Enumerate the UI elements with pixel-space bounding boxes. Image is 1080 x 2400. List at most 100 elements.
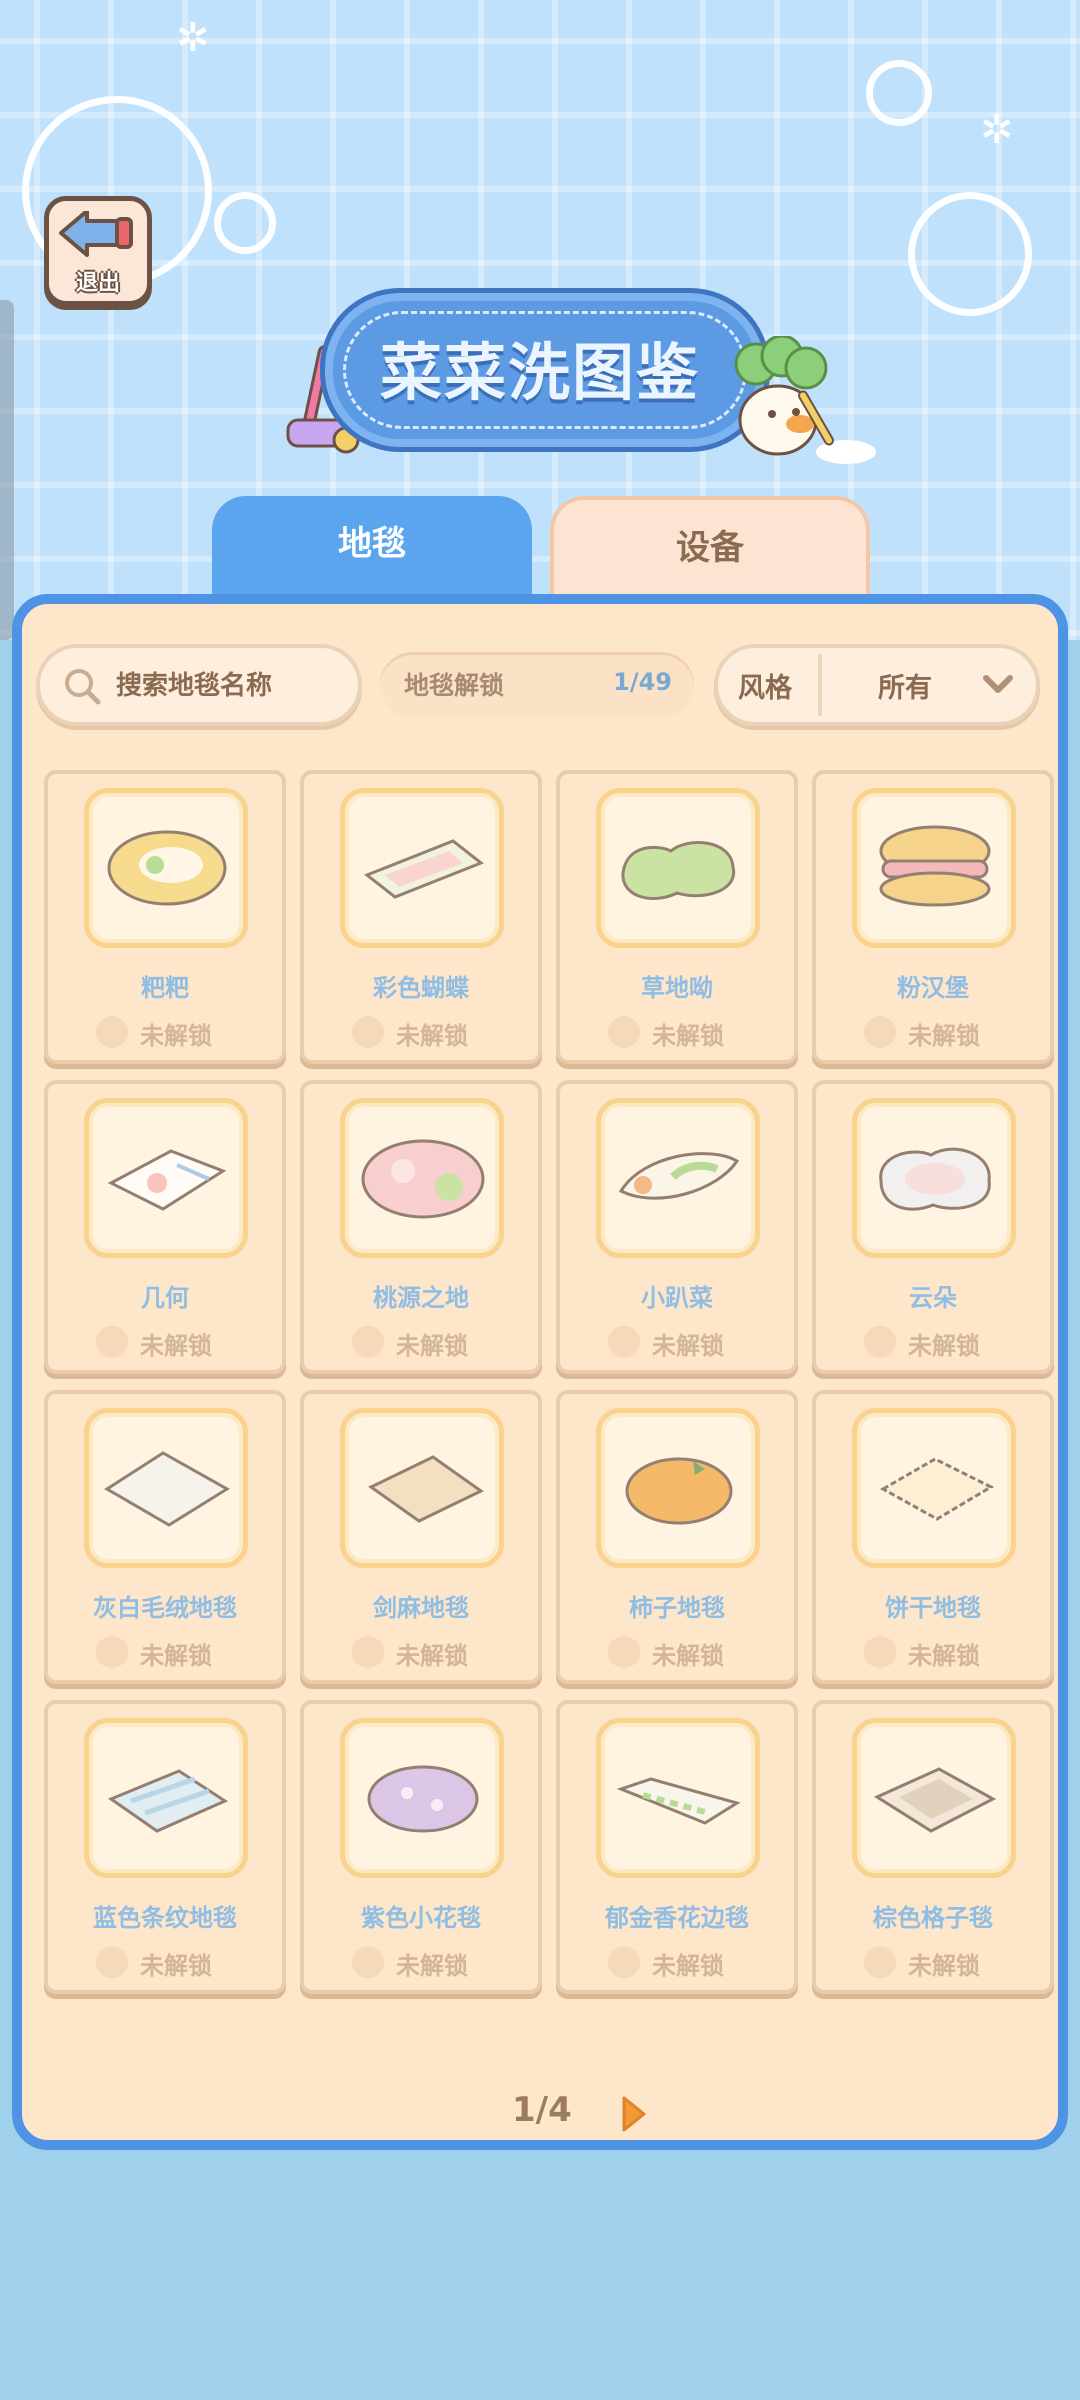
carpet-card[interactable]: 云朵 未解锁: [812, 1080, 1054, 1374]
title-banner: 菜菜洗图鉴: [320, 282, 770, 452]
status-label: 未解锁: [652, 1332, 724, 1360]
tab-carpet[interactable]: 地毯: [212, 496, 532, 606]
carpet-name: 彩色蝴蝶: [373, 974, 469, 1002]
carpet-name: 灰白毛绒地毯: [93, 1594, 237, 1622]
carpet-image: [616, 1777, 741, 1825]
edge-handle: [0, 300, 14, 640]
carpet-thumbnail: [852, 1718, 1016, 1878]
unlock-label: 地毯解锁: [404, 671, 505, 700]
back-arrow-icon: [59, 211, 133, 257]
carpet-name: 桃源之地: [373, 1284, 469, 1312]
status-dot-icon: [608, 1946, 640, 1978]
carpet-thumbnail: [84, 788, 248, 948]
carpet-thumbnail: [84, 1098, 248, 1258]
item-grid: 粑粑 未解锁 彩色蝴蝶 未解锁 草地呦 未解锁 粉汉堡 未解锁 几何 未解锁 桃源之地 未解锁 小趴菜未…: [44, 770, 1054, 1994]
page-title: 菜菜洗图鉴: [379, 336, 700, 409]
status-label: 未解锁: [140, 1642, 212, 1670]
next-page-icon[interactable]: [618, 2094, 648, 2134]
status-dot-icon: [608, 1016, 640, 1048]
status-dot-icon: [352, 1016, 384, 1048]
carpet-card[interactable]: 饼干地毯 未解锁: [812, 1390, 1054, 1684]
carpet-card[interactable]: 粉汉堡 未解锁: [812, 770, 1054, 1064]
carpet-image: [879, 1147, 991, 1211]
carpet-thumbnail: [340, 788, 504, 948]
bubble-decoration: [214, 192, 276, 254]
carpet-card[interactable]: 小趴菜未解锁: [556, 1080, 798, 1374]
carpet-thumbnail: [84, 1408, 248, 1568]
carpet-image: [618, 1152, 740, 1200]
carpet-card[interactable]: 桃源之地未解锁: [300, 1080, 542, 1374]
carpet-thumbnail: [84, 1718, 248, 1878]
carpet-name: 小趴菜: [641, 1284, 713, 1312]
status-dot-icon: [96, 1946, 128, 1978]
carpet-name: 云朵: [909, 1284, 957, 1312]
carpet-image: [873, 1767, 997, 1833]
style-value: 所有: [878, 673, 932, 704]
status-dot-icon: [864, 1946, 896, 1978]
status-dot-icon: [352, 1326, 384, 1358]
status-label: 未解锁: [396, 1022, 468, 1050]
carpet-name: 剑麻地毯: [373, 1594, 469, 1622]
carpet-card[interactable]: 灰白毛绒地毯未解锁: [44, 1390, 286, 1684]
carpet-card[interactable]: 彩色蝴蝶未解锁: [300, 770, 542, 1064]
status-label: 未解锁: [396, 1642, 468, 1670]
carpet-card[interactable]: 郁金香花边毯 未解锁: [556, 1700, 798, 1994]
carpet-image: [879, 825, 991, 907]
chevron-down-icon: [983, 675, 1013, 693]
carpet-thumbnail: [340, 1718, 504, 1878]
carpet-image: [879, 1457, 995, 1521]
carpet-image: [621, 841, 736, 901]
style-dropdown[interactable]: 风格 所有: [714, 644, 1040, 726]
style-label: 风格: [738, 673, 792, 704]
search-icon: [65, 669, 101, 705]
carpet-name: 粑粑: [141, 974, 189, 1002]
search-box[interactable]: [36, 644, 362, 726]
carpet-name: 蓝色条纹地毯: [93, 1904, 237, 1932]
carpet-image: [361, 1139, 485, 1219]
status-label: 未解锁: [140, 1332, 212, 1360]
carpet-card[interactable]: 粑粑 未解锁: [44, 770, 286, 1064]
status-dot-icon: [864, 1016, 896, 1048]
carpet-image: [368, 1455, 484, 1523]
tab-device[interactable]: 设备: [550, 496, 870, 610]
carpet-card[interactable]: 紫色小花毯 未解锁: [300, 1700, 542, 1994]
carpet-name: 饼干地毯: [885, 1594, 981, 1622]
status-label: 未解锁: [652, 1952, 724, 1980]
status-label: 未解锁: [140, 1022, 212, 1050]
status-dot-icon: [352, 1636, 384, 1668]
status-label: 未解锁: [140, 1952, 212, 1980]
carpet-card[interactable]: 剑麻地毯未解锁: [300, 1390, 542, 1684]
carpet-name: 棕色格子毯: [873, 1904, 993, 1932]
carpet-thumbnail: [596, 1408, 760, 1568]
status-dot-icon: [96, 1016, 128, 1048]
carpet-image: [107, 1149, 227, 1211]
carpet-thumbnail: [596, 1718, 760, 1878]
carpet-card[interactable]: 蓝色条纹地毯未解锁: [44, 1700, 286, 1994]
bubble-decoration: [908, 192, 1032, 316]
carpet-image: [364, 839, 484, 899]
carpet-thumbnail: [852, 1098, 1016, 1258]
status-dot-icon: [96, 1326, 128, 1358]
carpet-card[interactable]: 几何 未解锁: [44, 1080, 286, 1374]
status-label: 未解锁: [396, 1332, 468, 1360]
carpet-image: [107, 830, 227, 906]
carpet-thumbnail: [596, 788, 760, 948]
carpet-card[interactable]: 柿子地毯 未解锁: [556, 1390, 798, 1684]
carpet-card[interactable]: 草地呦 未解锁: [556, 770, 798, 1064]
carpet-thumbnail: [852, 1408, 1016, 1568]
carpet-name: 几何: [141, 1284, 189, 1312]
exit-button[interactable]: 退出: [44, 196, 152, 306]
status-dot-icon: [96, 1636, 128, 1668]
carpet-thumbnail: [596, 1098, 760, 1258]
carpet-name: 紫色小花毯: [361, 1904, 481, 1932]
catalog-panel: 地毯解锁 1/49 风格 所有 粑粑未解锁彩色蝴蝶未解锁草地呦未解锁粉汉堡未解锁…: [12, 594, 1068, 2150]
page-indicator: 1/4: [512, 2090, 572, 2130]
carpet-name: 柿子地毯: [629, 1594, 725, 1622]
carpet-image: [367, 1765, 479, 1833]
status-dot-icon: [864, 1326, 896, 1358]
carpet-name: 粉汉堡: [897, 974, 969, 1002]
carpet-card[interactable]: 棕色格子毯 未解锁: [812, 1700, 1054, 1994]
search-input[interactable]: [114, 664, 354, 708]
exit-label: 退出: [75, 271, 120, 296]
unlock-progress: 地毯解锁 1/49: [380, 652, 694, 718]
